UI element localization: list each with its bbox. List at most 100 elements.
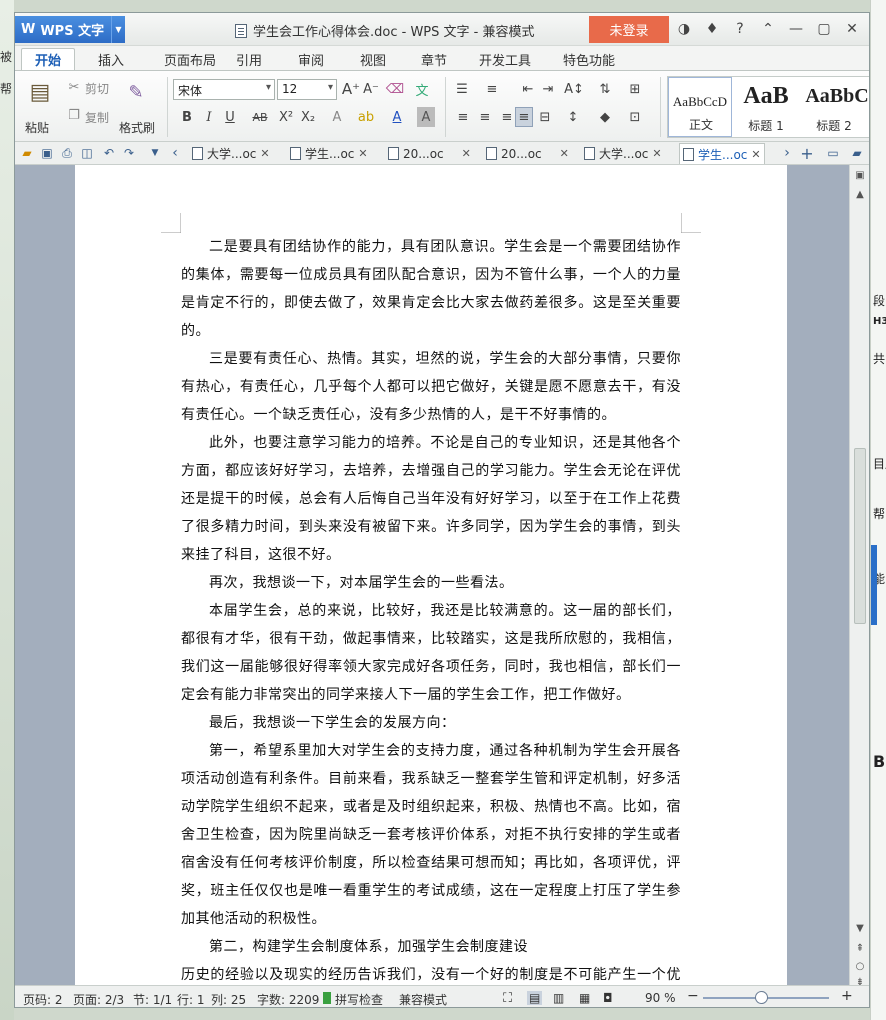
border-icon[interactable]: ⊡ [625, 107, 645, 127]
font-size-select[interactable]: 12 [277, 79, 337, 100]
doc-tab[interactable]: 学生...oc ✕ [287, 143, 371, 164]
nav-pane-icon[interactable]: ▣ [853, 168, 867, 182]
bold-icon[interactable]: B [179, 107, 195, 127]
zoom-in-icon[interactable]: + [841, 988, 853, 1004]
strikethrough-icon[interactable]: AB [249, 107, 271, 127]
web-view-icon[interactable]: ▦ [579, 991, 590, 1005]
bullet-list-icon[interactable]: ☰ [451, 79, 473, 99]
table-border-icon[interactable]: ⊞ [625, 79, 645, 99]
paste-button[interactable]: 粘贴 [25, 119, 49, 136]
brush-icon[interactable]: ✎ [123, 79, 149, 105]
skin-icon[interactable]: ◑ [673, 19, 695, 39]
close-icon[interactable]: ✕ [358, 147, 367, 160]
char-scale-icon[interactable]: A↕ [563, 79, 585, 99]
prev-page-icon[interactable]: ⇞ [853, 941, 867, 955]
vertical-scrollbar[interactable]: ▣ ▲ ▼ ⇞ ○ ⇟ [849, 165, 869, 988]
align-right-icon[interactable]: ≡ [499, 107, 515, 127]
style-normal[interactable]: AaBbCcD 正文 [668, 77, 732, 137]
wps-menu-button[interactable]: W WPS 文字 ▼ [15, 16, 125, 43]
status-word-count[interactable]: 字数: 2209 [257, 991, 319, 1007]
shirt-icon[interactable]: ♦ [701, 19, 723, 39]
doc-tab[interactable]: 大学...oc ✕ [189, 143, 273, 164]
doc-tab[interactable]: 20...oc ✕ [385, 143, 474, 164]
tab-scroll-right-icon[interactable]: › [779, 145, 795, 161]
tab-page-layout[interactable]: 页面布局 [150, 48, 230, 70]
text-effect-icon[interactable]: A [327, 107, 347, 127]
zoom-level[interactable]: 90 % [645, 991, 676, 1005]
char-shading-icon[interactable]: A [417, 107, 435, 127]
redo-icon[interactable]: ↷ [121, 145, 137, 161]
style-heading-2[interactable]: AaBbC 标题 2 [802, 77, 869, 137]
scroll-down-icon[interactable]: ▼ [853, 921, 867, 935]
doc-tab[interactable]: 20...oc ✕ [483, 143, 572, 164]
page-view-icon[interactable]: ▤ [527, 991, 543, 1005]
doc-tab[interactable]: 大学...oc ✕ [581, 143, 665, 164]
fullscreen-icon[interactable]: ⛶ [503, 991, 512, 1006]
distribute-icon[interactable]: ⊟ [537, 107, 553, 127]
close-icon[interactable]: ✕ [841, 19, 863, 39]
scroll-thumb[interactable] [854, 448, 866, 624]
new-tab-icon[interactable]: + [799, 144, 815, 163]
print-preview-icon[interactable]: ◫ [79, 145, 95, 161]
close-icon[interactable]: ✕ [462, 147, 471, 160]
zoom-out-icon[interactable]: − [687, 988, 699, 1004]
tab-list-icon[interactable]: ▭ [825, 145, 841, 161]
pinyin-icon[interactable]: 文 [411, 79, 433, 99]
shrink-font-icon[interactable]: A⁻ [361, 79, 381, 99]
tab-developer[interactable]: 开发工具 [473, 48, 537, 70]
close-icon[interactable]: ✕ [260, 147, 269, 160]
style-heading-1[interactable]: AaB 标题 1 [734, 77, 798, 137]
cut-button[interactable]: 剪切 [85, 80, 109, 97]
zoom-slider-knob[interactable] [755, 991, 768, 1004]
paste-icon[interactable]: ▤ [25, 77, 55, 107]
doc-tab-active[interactable]: 学生...oc ✕ [679, 143, 765, 164]
close-icon[interactable]: ✕ [560, 147, 569, 160]
tab-references[interactable]: 引用 [229, 48, 269, 70]
copy-button[interactable]: 复制 [85, 109, 109, 126]
help-icon[interactable]: ? [729, 19, 751, 39]
line-spacing-icon[interactable]: ↕ [563, 107, 583, 127]
customize-icon[interactable]: ▼ [147, 145, 163, 161]
highlight-icon[interactable]: ab [355, 107, 377, 127]
maximize-icon[interactable]: ▢ [813, 19, 835, 39]
minimize-icon[interactable]: — [785, 19, 807, 39]
shading-icon[interactable]: ◆ [595, 107, 615, 127]
increase-indent-icon[interactable]: ⇥ [539, 79, 557, 99]
sort-icon[interactable]: ⇅ [595, 79, 615, 99]
decrease-indent-icon[interactable]: ⇤ [519, 79, 537, 99]
save-icon[interactable]: ▣ [39, 145, 55, 161]
font-family-select[interactable]: 宋体 [173, 79, 275, 100]
grow-font-icon[interactable]: A⁺ [341, 79, 361, 99]
format-painter-button[interactable]: 格式刷 [119, 119, 155, 136]
tab-view[interactable]: 视图 [353, 48, 393, 70]
tab-scroll-left-icon[interactable]: ‹ [167, 145, 183, 161]
numbered-list-icon[interactable]: ≡ [481, 79, 503, 99]
tab-insert[interactable]: 插入 [91, 48, 131, 70]
document-body[interactable]: 二是要具有团结协作的能力，具有团队意识。学生会是一个需要团结协作的集体，需要每一… [181, 233, 681, 1007]
italic-icon[interactable]: I [201, 107, 217, 127]
subscript-icon[interactable]: X₂ [299, 107, 317, 127]
tab-features[interactable]: 特色功能 [549, 48, 629, 70]
align-left-icon[interactable]: ≡ [455, 107, 471, 127]
clear-format-icon[interactable]: ⌫ [385, 79, 405, 99]
document-page[interactable]: 二是要具有团结协作的能力，具有团队意识。学生会是一个需要团结协作的集体，需要每一… [75, 165, 787, 1007]
chevron-down-icon[interactable]: ▼ [111, 16, 125, 43]
close-icon[interactable]: ✕ [652, 147, 661, 160]
tab-review[interactable]: 审阅 [291, 48, 331, 70]
login-button[interactable]: 未登录 [589, 16, 669, 43]
status-spell-check[interactable]: 拼写检查 [335, 991, 383, 1007]
reading-mode-icon[interactable]: ◘ [603, 991, 613, 1005]
scroll-up-icon[interactable]: ▲ [853, 187, 867, 201]
tab-home[interactable]: 开始 [21, 48, 75, 70]
open-icon[interactable]: ▰ [19, 145, 35, 161]
tab-chapter[interactable]: 章节 [414, 48, 454, 70]
close-icon[interactable]: ✕ [751, 148, 760, 161]
print-icon[interactable]: ⎙ [59, 145, 75, 161]
outline-view-icon[interactable]: ▥ [553, 991, 564, 1005]
justify-icon[interactable]: ≡ [515, 107, 533, 127]
undo-icon[interactable]: ↶ [101, 145, 117, 161]
tab-menu-icon[interactable]: ▰ [849, 145, 865, 161]
superscript-icon[interactable]: X² [277, 107, 295, 127]
collapse-ribbon-icon[interactable]: ⌃ [757, 19, 779, 39]
select-browse-icon[interactable]: ○ [853, 959, 867, 973]
